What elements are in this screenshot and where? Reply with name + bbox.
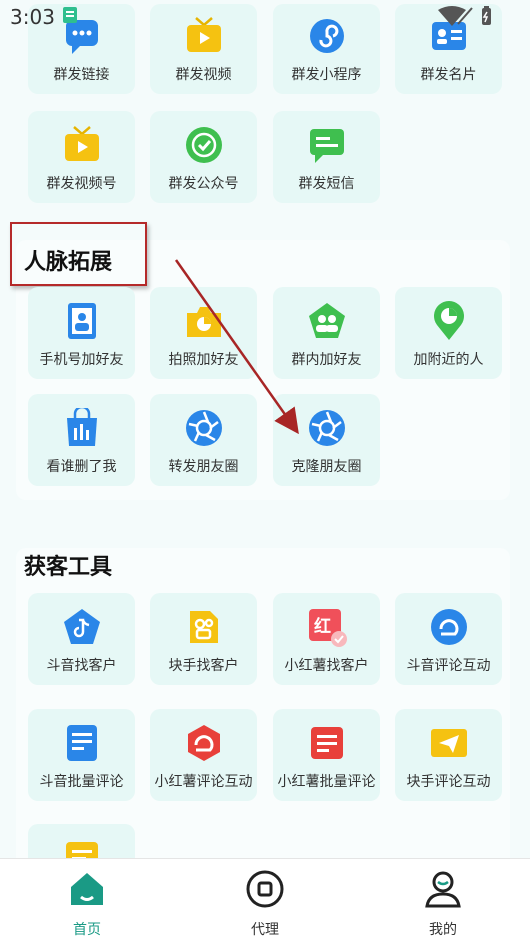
status-time: 3:03 — [10, 5, 55, 29]
document-icon — [66, 725, 97, 761]
app-notification-icon — [63, 7, 77, 23]
tile-label: 小红薯批量评论 — [277, 774, 376, 790]
official-account-icon — [185, 127, 222, 163]
tile-douyin-customers[interactable]: 斗音找客户 — [28, 593, 135, 685]
group-users-icon — [308, 303, 345, 338]
tab-label: 首页 — [73, 922, 101, 938]
tab-label: 代理 — [251, 922, 279, 938]
tile-douyin-batch-comment[interactable]: 斗音批量评论 — [28, 709, 135, 801]
tile-kuaishou-customers[interactable]: 块手找客户 — [150, 593, 257, 685]
tile-clone-moments[interactable]: 克隆朋友圈 — [273, 394, 380, 486]
moments-aperture-icon — [185, 410, 222, 446]
tile-label: 手机号加好友 — [39, 352, 124, 368]
tile-label: 群发链接 — [53, 67, 110, 83]
tile-label: 群发小程序 — [291, 67, 362, 83]
tile-label: 斗音评论互动 — [406, 658, 491, 674]
tile-label: 群发视频号 — [46, 176, 117, 192]
tile-label: 斗音找客户 — [46, 658, 117, 674]
tile-group-official-account[interactable]: 群发公众号 — [150, 111, 257, 203]
sms-icon — [309, 129, 344, 163]
hexagon-comment-icon — [187, 725, 220, 761]
tab-agent[interactable]: 代理 — [215, 869, 315, 939]
tile-kuaishou-comment-interact[interactable]: 块手评论互动 — [395, 709, 502, 801]
send-icon — [430, 729, 467, 757]
tile-forward-moments[interactable]: 转发朋友圈 — [150, 394, 257, 486]
tile-photo-add-friend[interactable]: 拍照加好友 — [150, 287, 257, 379]
agent-icon — [246, 870, 284, 908]
tile-label: 群发公众号 — [168, 176, 239, 192]
tile-who-deleted-me[interactable]: 看谁删了我 — [28, 394, 135, 486]
bag-chart-icon — [66, 408, 97, 446]
status-bar: 3:03 — [0, 0, 530, 34]
tile-label: 群发短信 — [298, 176, 355, 192]
tile-label: 斗音批量评论 — [39, 774, 124, 790]
home-icon — [71, 873, 103, 905]
tile-nearby-people[interactable]: 加附近的人 — [395, 287, 502, 379]
tile-group-channel[interactable]: 群发视频号 — [28, 111, 135, 203]
tile-label: 块手找客户 — [168, 658, 239, 674]
location-pin-icon — [433, 301, 464, 340]
tab-home[interactable]: 首页 — [37, 869, 137, 939]
tile-label: 加附近的人 — [413, 352, 484, 368]
tile-xiaohongshu-customers[interactable]: 红 小红薯找客户 — [273, 593, 380, 685]
xiaohongshu-icon: 红 — [308, 609, 347, 647]
profile-icon — [425, 871, 461, 908]
tile-xiaohongshu-batch-comment[interactable]: 小红薯批量评论 — [273, 709, 380, 801]
tv-play-icon — [64, 126, 99, 161]
tile-label: 块手评论互动 — [406, 774, 491, 790]
document-red-icon — [310, 727, 343, 759]
tile-label: 克隆朋友圈 — [291, 459, 362, 475]
svg-text:红: 红 — [314, 616, 331, 637]
tab-label: 我的 — [429, 922, 457, 938]
tile-label: 拍照加好友 — [168, 352, 239, 368]
section-title-network: 人脉拓展 — [24, 250, 113, 275]
tile-label: 小红薯评论互动 — [154, 774, 253, 790]
signal-battery-icon — [438, 6, 491, 26]
tile-group-sms[interactable]: 群发短信 — [273, 111, 380, 203]
tile-douyin-comment-interact[interactable]: 斗音评论互动 — [395, 593, 502, 685]
bottom-tab-bar: 首页 代理 我的 — [0, 858, 530, 949]
tab-profile[interactable]: 我的 — [393, 869, 493, 939]
phone-contact-icon — [67, 303, 96, 339]
douyin-icon — [63, 609, 100, 644]
tile-xiaohongshu-comment-interact[interactable]: 小红薯评论互动 — [150, 709, 257, 801]
tile-label: 看谁删了我 — [46, 459, 117, 475]
tile-label: 群内加好友 — [291, 352, 362, 368]
tile-phone-add-friend[interactable]: 手机号加好友 — [28, 287, 135, 379]
tile-label: 群发视频 — [175, 67, 232, 83]
douyin-comment-icon — [430, 609, 467, 645]
tile-label: 转发朋友圈 — [168, 459, 239, 475]
camera-icon — [186, 307, 221, 337]
kuaishou-icon — [189, 611, 218, 643]
tile-label: 群发名片 — [420, 67, 477, 83]
moments-aperture-icon — [308, 410, 345, 446]
tile-label: 小红薯找客户 — [284, 658, 369, 674]
tile-group-add-friend[interactable]: 群内加好友 — [273, 287, 380, 379]
section-title-acquisition: 获客工具 — [24, 555, 113, 580]
